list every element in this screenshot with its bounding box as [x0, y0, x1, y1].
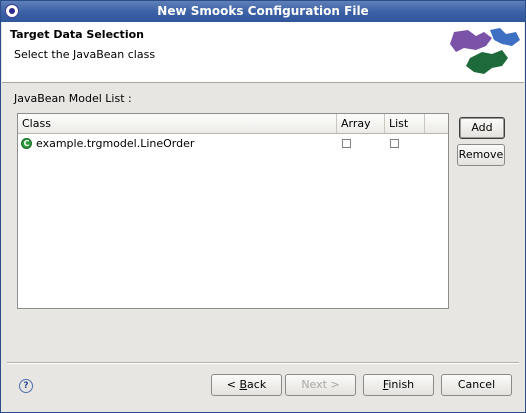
array-checkbox[interactable]: [342, 139, 351, 148]
table-header: Class Array List: [18, 114, 448, 134]
smooks-logo-icon: [450, 28, 520, 74]
finish-rest: inish: [388, 378, 415, 391]
table-row[interactable]: C example.trgmodel.LineOrder: [18, 135, 448, 153]
next-button[interactable]: Next >: [285, 374, 356, 396]
column-header-array[interactable]: Array: [337, 114, 385, 133]
back-rest: ack: [247, 378, 267, 391]
column-header-list[interactable]: List: [385, 114, 425, 133]
footer-separator: [7, 362, 519, 364]
wizard-banner: Target Data Selection Select the JavaBea…: [2, 22, 524, 83]
back-prefix: <: [226, 378, 240, 391]
wizard-window: New Smooks Configuration File Target Dat…: [0, 0, 526, 413]
javabean-model-table[interactable]: Class Array List C example.trgmodel.Line…: [17, 113, 449, 309]
page-description: Select the JavaBean class: [14, 48, 156, 61]
add-button[interactable]: Add: [459, 117, 505, 139]
back-mnemonic: B: [239, 378, 248, 391]
window-title: New Smooks Configuration File: [157, 4, 369, 18]
class-icon: C: [21, 138, 32, 149]
back-button[interactable]: < Back: [211, 374, 282, 396]
row-class-name: example.trgmodel.LineOrder: [36, 137, 195, 150]
column-header-class[interactable]: Class: [18, 114, 337, 133]
model-list-label: JavaBean Model List :: [14, 92, 132, 105]
page-title: Target Data Selection: [10, 28, 144, 41]
remove-button[interactable]: Remove: [457, 144, 505, 166]
list-checkbox[interactable]: [390, 139, 399, 148]
cancel-button[interactable]: Cancel: [441, 374, 512, 396]
title-bar: New Smooks Configuration File: [1, 1, 525, 22]
help-icon[interactable]: ?: [19, 379, 33, 393]
finish-button[interactable]: Finish: [363, 374, 434, 396]
